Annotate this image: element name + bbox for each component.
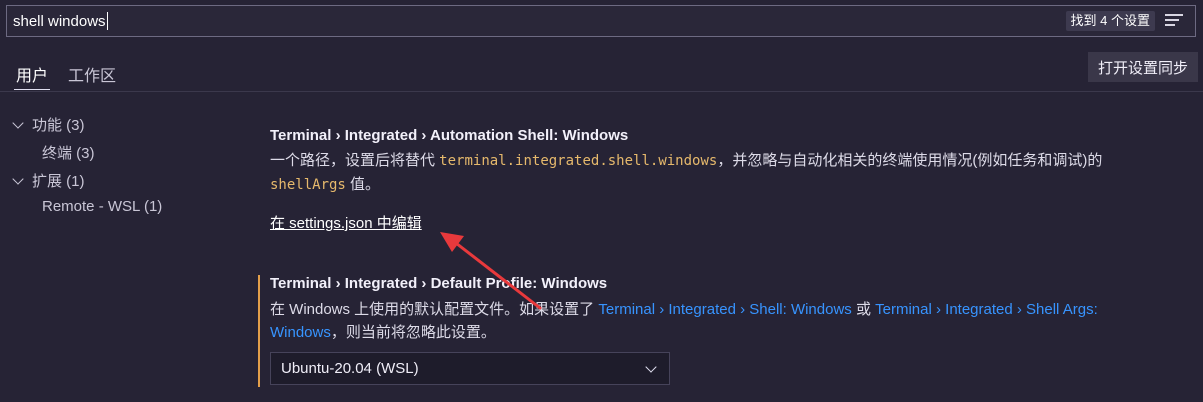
default-profile-select[interactable]: Ubuntu-20.04 (WSL) <box>270 352 670 385</box>
focus-indicator <box>258 275 260 387</box>
toc-item-extensions[interactable]: 扩展 (1) <box>12 170 85 191</box>
toc-label: 扩展 (1) <box>32 173 85 190</box>
toc-label: 终端 (3) <box>42 145 95 162</box>
toc-item-terminal[interactable]: 终端 (3) <box>42 142 95 163</box>
tab-user[interactable]: 用户 <box>13 62 51 90</box>
code-reference: terminal.integrated.shell.windows <box>439 153 718 169</box>
chevron-down-icon <box>12 117 24 129</box>
toc-label: 功能 (3) <box>32 117 85 134</box>
edit-in-settings-json-link[interactable]: 在 settings.json 中编辑 <box>270 212 422 233</box>
header-divider <box>0 91 1203 92</box>
desc-text: ，则当前将忽略此设置。 <box>330 324 496 341</box>
setting-title: Terminal › Integrated › Automation Shell… <box>270 127 629 144</box>
select-value: Ubuntu-20.04 (WSL) <box>281 360 419 377</box>
toc-item-features[interactable]: 功能 (3) <box>12 114 85 135</box>
settings-sync-button[interactable]: 打开设置同步 <box>1088 52 1198 82</box>
chevron-down-icon <box>645 361 657 373</box>
desc-text: ，并忽略与自动化相关的终端使用情况(例如任务和调试)的 <box>717 152 1103 169</box>
desc-text: 或 <box>851 301 876 318</box>
result-count-badge: 找到 4 个设置 <box>1065 11 1155 31</box>
chevron-down-icon <box>12 173 24 185</box>
desc-text: 在 Windows 上使用的默认配置文件。如果设置了 <box>270 301 599 318</box>
code-reference: shellArgs <box>270 177 346 193</box>
toc-item-remote-wsl[interactable]: Remote - WSL (1) <box>42 198 162 215</box>
desc-text: 一个路径，设置后将替代 <box>270 152 440 169</box>
toc-label: Remote - WSL (1) <box>42 198 163 215</box>
setting-link[interactable]: Terminal › Integrated › Shell: Windows <box>598 301 851 318</box>
desc-text: 值。 <box>345 176 381 193</box>
tab-workspace[interactable]: 工作区 <box>68 62 116 86</box>
search-input[interactable]: shell windows 找到 4 个设置 <box>6 5 1196 37</box>
setting-description: 一个路径，设置后将替代 terminal.integrated.shell.wi… <box>270 149 1170 197</box>
filter-list-icon[interactable] <box>1165 14 1183 28</box>
setting-title: Terminal › Integrated › Default Profile:… <box>270 275 608 292</box>
text-caret <box>106 12 108 30</box>
search-input-value: shell windows <box>13 12 106 30</box>
setting-description: 在 Windows 上使用的默认配置文件。如果设置了 Terminal › In… <box>270 298 1170 344</box>
